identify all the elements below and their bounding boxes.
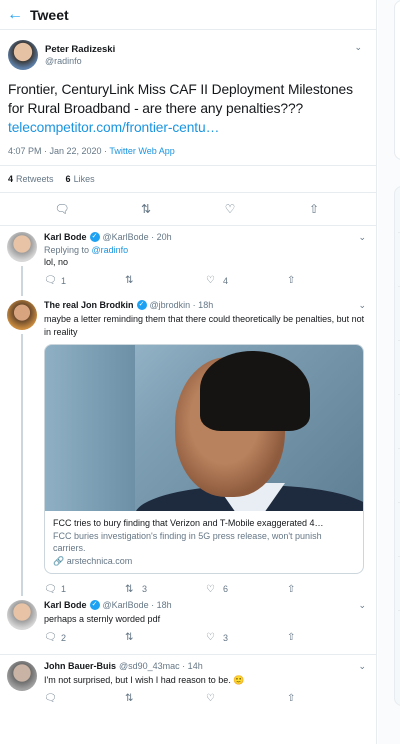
author-name[interactable]: Peter Radizeski	[45, 44, 115, 55]
replying-to: Replying to @radinfo	[44, 245, 129, 255]
reply-tweet[interactable]: Karl Bode ✓ @KarlBode · 20h ⌄ Replying t…	[0, 226, 376, 296]
chevron-down-icon[interactable]: ⌄	[358, 232, 366, 243]
avatar[interactable]	[7, 600, 37, 630]
reply-icon[interactable]: 🗨	[44, 584, 58, 595]
verified-icon: ✓	[136, 300, 147, 310]
retweets-stat[interactable]: 4 Retweets	[8, 174, 54, 184]
tweet-body: Frontier, CenturyLink Miss CAF II Deploy…	[8, 82, 353, 116]
link-card-title: FCC tries to bury finding that Verizon a…	[53, 518, 324, 528]
reply-header: Karl Bode ✓ @KarlBode · 20h ⌄	[44, 232, 368, 242]
likes-stat[interactable]: 6 Likes	[66, 174, 95, 184]
retweet-icon[interactable]: ⇅	[125, 632, 139, 643]
page-header: ← Tweet	[0, 0, 376, 30]
tweet-actions: 🗨 ⇅ ♡ ⇧	[0, 192, 376, 226]
reply-tweet[interactable]: John Bauer-Buis @sd90_43mac · 14h ⌄ I'm …	[0, 655, 376, 725]
link-icon: 🔗	[53, 556, 67, 566]
reply-icon[interactable]: 🗨	[44, 275, 58, 286]
link-card-image	[45, 345, 363, 511]
tweet-stats: 4 Retweets 6 Likes	[8, 166, 368, 192]
like-icon[interactable]: ♡	[206, 693, 220, 704]
replying-to-link[interactable]: @radinfo	[92, 245, 129, 255]
reply-tweet[interactable]: Karl Bode ✓ @KarlBode · 18h ⌄ perhaps a …	[0, 594, 376, 648]
verified-icon: ✓	[89, 232, 100, 242]
share-icon[interactable]: ⇧	[287, 275, 301, 286]
link-card[interactable]: FCC tries to bury finding that Verizon a…	[44, 344, 364, 574]
reply-header: Karl Bode ✓ @KarlBode · 18h ⌄	[44, 600, 368, 610]
avatar[interactable]	[8, 40, 38, 70]
like-icon[interactable]: ♡	[206, 584, 220, 595]
reply-text: maybe a letter reminding them that there…	[44, 314, 365, 337]
reply-author-name[interactable]: The real Jon Brodkin	[44, 300, 134, 310]
reply-icon[interactable]: 🗨	[52, 202, 72, 216]
author-handle[interactable]: @radinfo	[45, 56, 115, 66]
reply-author-handle[interactable]: @KarlBode · 20h	[103, 232, 172, 242]
reply-tweet[interactable]: The real Jon Brodkin ✓ @jbrodkin · 18h ⌄…	[0, 294, 376, 596]
share-icon[interactable]: ⇧	[287, 693, 301, 704]
tweet-text: Frontier, CenturyLink Miss CAF II Deploy…	[8, 80, 368, 137]
like-icon[interactable]: ♡	[206, 275, 220, 286]
main-tweet-author: Peter Radizeski @radinfo ⌄	[8, 38, 368, 72]
reply-actions: 🗨 ⇅ ♡ ⇧	[44, 690, 368, 708]
retweet-icon[interactable]: ⇅	[125, 584, 139, 595]
avatar[interactable]	[7, 232, 37, 262]
chevron-down-icon[interactable]: ⌄	[358, 600, 366, 611]
reply-text: I'm not surprised, but I wish I had reas…	[44, 675, 245, 685]
retweet-icon[interactable]: ⇅	[136, 202, 156, 216]
tweet-meta: 4:07 PM · Jan 22, 2020 · Twitter Web App	[8, 146, 368, 156]
tweet-link[interactable]: telecompetitor.com/frontier-centu…	[8, 120, 219, 135]
chevron-down-icon[interactable]: ⌄	[358, 300, 366, 311]
retweet-icon[interactable]: ⇅	[125, 693, 139, 704]
link-card-domain: 🔗 arstechnica.com	[53, 556, 133, 566]
page-title: Tweet	[30, 6, 69, 23]
reply-text: lol, no	[44, 257, 69, 267]
reply-author-name[interactable]: Karl Bode	[44, 232, 87, 242]
retweet-icon[interactable]: ⇅	[125, 275, 139, 286]
reply-author-handle[interactable]: @jbrodkin · 18h	[150, 300, 214, 310]
reply-author-name[interactable]: John Bauer-Buis	[44, 661, 116, 671]
link-card-description: FCC buries investigation's finding in 5G…	[53, 531, 322, 553]
right-sidebar	[378, 0, 400, 744]
main-tweet: Peter Radizeski @radinfo ⌄ Frontier, Cen…	[0, 30, 376, 226]
reply-author-handle[interactable]: @KarlBode · 18h	[103, 600, 172, 610]
avatar[interactable]	[7, 661, 37, 691]
reply-author-handle[interactable]: @sd90_43mac · 14h	[119, 661, 203, 671]
tweet-time[interactable]: 4:07 PM · Jan 22, 2020 ·	[8, 146, 109, 156]
chevron-down-icon[interactable]: ⌄	[354, 42, 362, 53]
like-icon[interactable]: ♡	[206, 632, 220, 643]
reply-actions: 🗨 2 ⇅ ♡ 3 ⇧	[44, 629, 368, 647]
reply-icon[interactable]: 🗨	[44, 693, 58, 704]
verified-icon: ✓	[89, 600, 100, 610]
tweet-app[interactable]: Twitter Web App	[109, 146, 174, 156]
reply-header: The real Jon Brodkin ✓ @jbrodkin · 18h ⌄	[44, 300, 368, 310]
tweet-column: ← Tweet Peter Radizeski @radinfo ⌄ Front…	[0, 0, 377, 744]
avatar[interactable]	[7, 300, 37, 330]
share-icon[interactable]: ⇧	[287, 584, 301, 595]
share-icon[interactable]: ⇧	[304, 202, 324, 216]
share-icon[interactable]: ⇧	[287, 632, 301, 643]
reply-actions: 🗨 1 ⇅ ♡ 4 ⇧	[44, 272, 368, 290]
reply-header: John Bauer-Buis @sd90_43mac · 14h ⌄	[44, 661, 368, 672]
reply-text: perhaps a sternly worded pdf	[44, 614, 161, 624]
reply-icon[interactable]: 🗨	[44, 632, 58, 643]
reply-author-name[interactable]: Karl Bode	[44, 600, 87, 610]
back-arrow-icon[interactable]: ←	[0, 0, 30, 30]
like-icon[interactable]: ♡	[220, 202, 240, 216]
chevron-down-icon[interactable]: ⌄	[358, 661, 366, 672]
